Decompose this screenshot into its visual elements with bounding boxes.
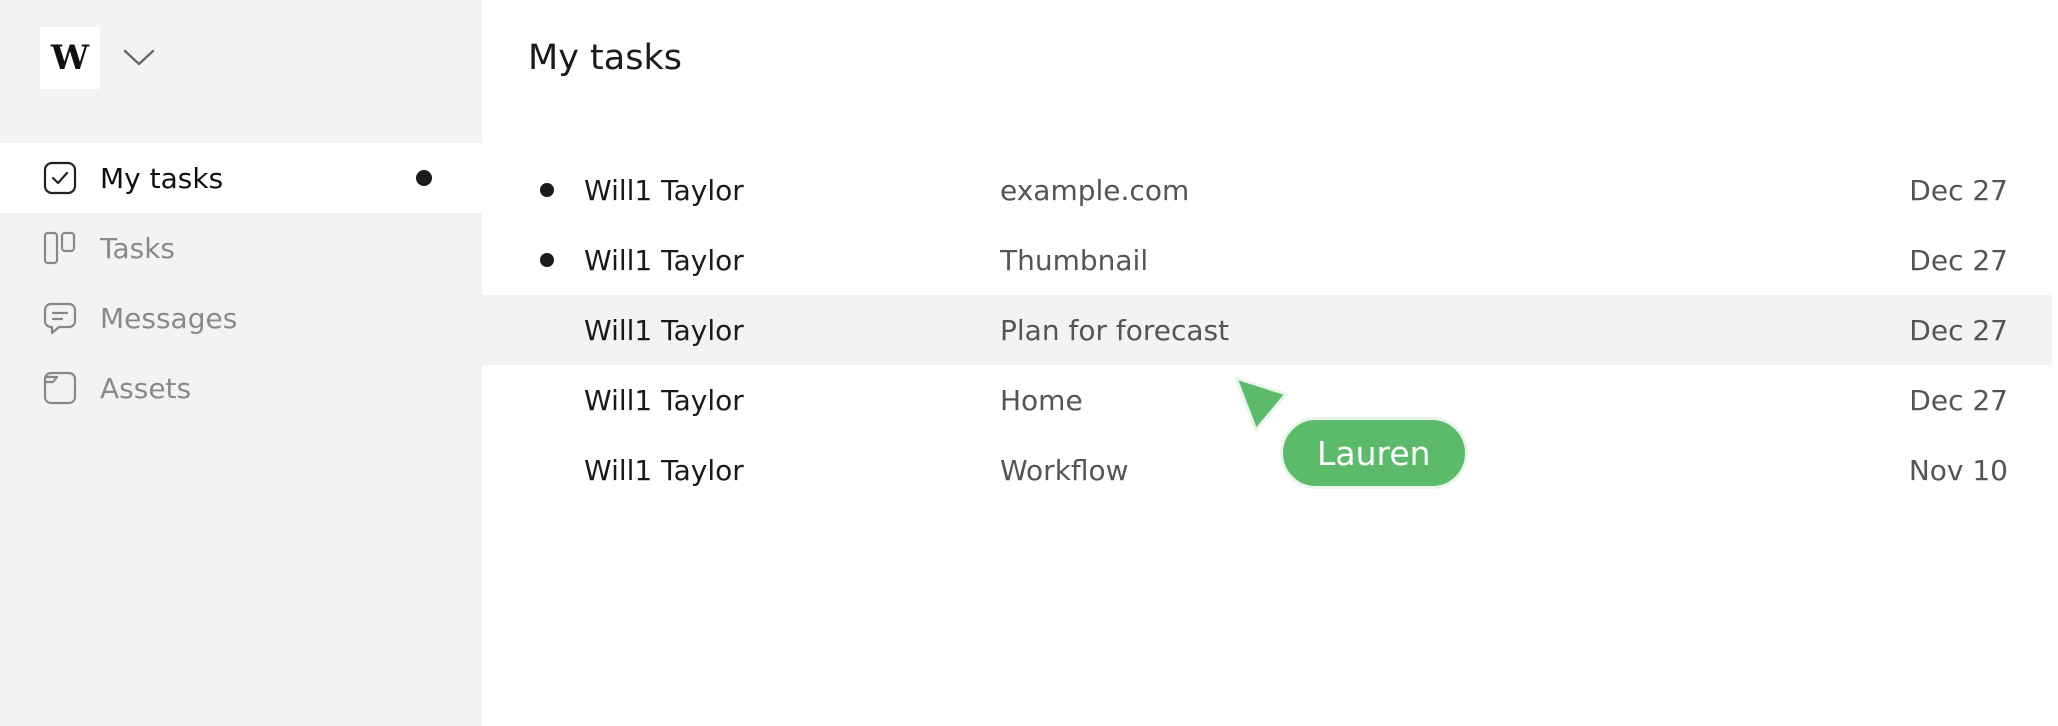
task-row[interactable]: Will1 Taylor example.com Dec 27 [482,155,2052,225]
main-content: My tasks Will1 Taylor example.com Dec 27… [482,0,2058,726]
collaborator-cursor-pointer-icon [1232,374,1294,436]
collaborator-name-tag: Lauren [1280,417,1468,489]
sidebar-item-my-tasks[interactable]: My tasks [0,143,482,213]
task-row[interactable]: Will1 Taylor Thumbnail Dec 27 [482,225,2052,295]
sidebar: W My tasks Tasks Messages Assets [0,0,482,726]
unread-dot [416,170,432,186]
sidebar-item-label: Assets [100,371,192,405]
check-square-icon [42,160,78,196]
task-title: Workflow [1000,453,1129,487]
unread-dot [540,183,554,197]
sidebar-item-tasks[interactable]: Tasks [0,213,482,283]
workspace-logo[interactable]: W [40,27,100,89]
sidebar-item-assets[interactable]: Assets [0,353,482,423]
task-date: Dec 27 [1909,243,2008,277]
task-assignee: Will1 Taylor [584,243,744,277]
chat-bubble-icon [42,300,78,336]
task-date: Dec 27 [1909,313,2008,347]
task-date: Dec 27 [1909,383,2008,417]
workspace-switcher[interactable]: W [40,27,156,89]
folder-icon [42,370,78,406]
task-list: Will1 Taylor example.com Dec 27 Will1 Ta… [482,155,2052,505]
sidebar-item-label: My tasks [100,161,224,195]
task-row[interactable]: Will1 Taylor Plan for forecast Dec 27 [482,295,2052,365]
sidebar-item-label: Tasks [100,231,176,265]
sidebar-nav: My tasks Tasks Messages Assets [0,143,482,423]
sidebar-item-label: Messages [100,301,238,335]
task-assignee: Will1 Taylor [584,173,744,207]
sidebar-item-messages[interactable]: Messages [0,283,482,353]
board-columns-icon [42,230,78,266]
task-title: Thumbnail [1000,243,1149,277]
collaborator-name: Lauren [1317,433,1431,473]
task-row[interactable]: Will1 Taylor Workflow Nov 10 [482,435,2052,505]
task-assignee: Will1 Taylor [584,453,744,487]
chevron-down-icon[interactable] [122,41,156,75]
unread-dot [540,253,554,267]
task-title: Plan for forecast [1000,313,1230,347]
task-date: Dec 27 [1909,173,2008,207]
task-assignee: Will1 Taylor [584,313,744,347]
workspace-logo-letter: W [50,38,90,78]
app-window: W My tasks Tasks Messages Assets My task… [0,0,2058,726]
task-title: example.com [1000,173,1190,207]
page-title: My tasks [528,38,682,78]
task-date: Nov 10 [1908,453,2008,487]
task-assignee: Will1 Taylor [584,383,744,417]
task-title: Home [1000,383,1083,417]
